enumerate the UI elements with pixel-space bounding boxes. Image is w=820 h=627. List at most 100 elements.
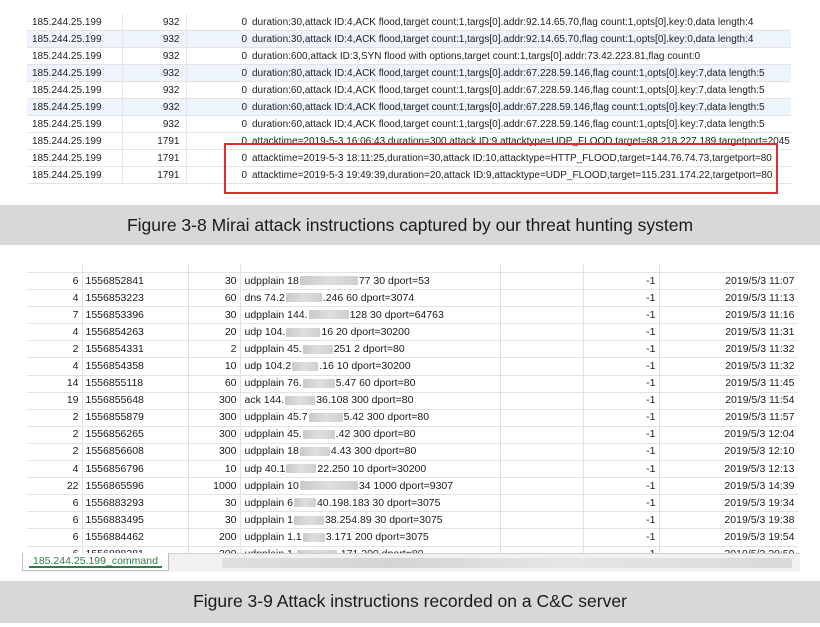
instruction-cell: attacktime=2019-5-3 18:11:25,duration=30… bbox=[250, 149, 791, 167]
length-cell: 932 bbox=[122, 64, 187, 82]
command-cell: udpplain 144. 128 30 dport=64763 bbox=[240, 306, 501, 325]
figure-caption-3-9: Figure 3-9 Attack instructions recorded … bbox=[0, 581, 820, 623]
command-suffix: 4.43 300 dport=80 bbox=[330, 445, 417, 458]
command-cell: udp 104. 16 20 dport=30200 bbox=[240, 323, 501, 342]
instruction-cell: duration:30,attack ID:4,ACK flood,target… bbox=[250, 14, 791, 31]
command-prefix: udpplain 18 bbox=[244, 274, 299, 287]
duration-cell: 1000 bbox=[188, 477, 241, 496]
command-cell: udpplain 18 4.43 300 dport=80 bbox=[240, 443, 501, 462]
count-cell: 4 bbox=[27, 357, 83, 376]
length-cell: 932 bbox=[122, 30, 187, 48]
status-cell: -1 bbox=[583, 511, 660, 530]
timestamp-cell: 1556854358 bbox=[82, 357, 189, 376]
redacted-ip bbox=[293, 515, 324, 525]
table-row: 2 1556856265 300 udpplain 45. .42 300 dport=… bbox=[27, 426, 798, 444]
datetime-cell: 2019/5/3 11:13 bbox=[659, 289, 798, 308]
status-cell: -1 bbox=[583, 357, 660, 376]
source-ip-cell: 185.244.25.199 bbox=[27, 132, 123, 150]
status-cell: -1 bbox=[583, 409, 660, 427]
command-suffix: 16 20 dport=30200 bbox=[321, 325, 410, 338]
command-suffix: 77 30 dport=53 bbox=[358, 274, 430, 287]
duration-cell: 10 bbox=[188, 357, 241, 376]
table-row: 6 1556883495 30 udpplain 1 38.254.89 30 dpor… bbox=[27, 511, 798, 530]
redacted-ip bbox=[308, 413, 343, 423]
redacted-ip bbox=[302, 532, 325, 542]
count-cell: 6 bbox=[27, 511, 83, 530]
command-prefix: ack 144. bbox=[244, 394, 285, 407]
datetime-cell: 2019/5/3 11:16 bbox=[659, 306, 798, 325]
sheet-tab[interactable]: 185.244.25.199_command bbox=[22, 553, 169, 571]
length-cell: 1791 bbox=[122, 149, 187, 167]
timestamp-cell: 1556865596 bbox=[82, 477, 189, 496]
instruction-cell: duration:30,attack ID:4,ACK flood,target… bbox=[250, 30, 791, 48]
table-row: 185.244.25.199 1791 0 attacktime=2019-5-3 1… bbox=[27, 132, 791, 150]
table-row: 2 1556856608 300 udpplain 18 4.43 300 dport=… bbox=[27, 443, 798, 462]
table-row: 185.244.25.199 932 0 duration:30,attack ID:… bbox=[27, 30, 791, 48]
redacted-ip bbox=[285, 293, 322, 303]
command-prefix: udpplain 45. bbox=[244, 342, 302, 355]
redacted-ip bbox=[302, 430, 335, 440]
instruction-cell: duration:60,attack ID:4,ACK flood,target… bbox=[250, 81, 791, 99]
empty-cell bbox=[500, 409, 584, 427]
timestamp-cell: 1556856796 bbox=[82, 460, 189, 479]
status-cell: -1 bbox=[583, 323, 660, 342]
command-prefix: udpplain 1 bbox=[244, 513, 293, 526]
duration-cell: 30 bbox=[188, 272, 241, 291]
clipped-cell bbox=[82, 264, 189, 273]
command-suffix: 251 2 dport=80 bbox=[333, 342, 405, 355]
source-ip-cell: 185.244.25.199 bbox=[27, 166, 123, 184]
flag-cell: 0 bbox=[186, 30, 250, 48]
clipped-cell bbox=[583, 264, 660, 273]
figure-caption-3-8: Figure 3-8 Mirai attack instructions cap… bbox=[0, 205, 820, 245]
redacted-ip bbox=[299, 481, 358, 491]
status-cell: -1 bbox=[583, 528, 660, 547]
source-ip-cell: 185.244.25.199 bbox=[27, 98, 123, 116]
status-cell: -1 bbox=[583, 306, 660, 325]
redacted-ip bbox=[285, 395, 316, 405]
timestamp-cell: 1556853223 bbox=[82, 289, 189, 308]
table-row: 4 1556853223 60 dns 74.2 .246 60 dport=3074 -… bbox=[27, 289, 798, 308]
timestamp-cell: 1556855879 bbox=[82, 409, 189, 427]
timestamp-cell: 1556852841 bbox=[82, 272, 189, 291]
length-cell: 932 bbox=[122, 115, 187, 133]
command-suffix: 5.47 60 dport=80 bbox=[335, 377, 416, 390]
empty-cell bbox=[500, 323, 584, 342]
redacted-ip bbox=[308, 310, 349, 320]
datetime-cell: 2019/5/3 19:34 bbox=[659, 494, 798, 513]
command-cell: ack 144. 36.108 300 dport=80 bbox=[240, 392, 501, 410]
instruction-cell: duration:60,attack ID:4,ACK flood,target… bbox=[250, 98, 791, 116]
command-cell: udpplain 6 40.198.183 30 dport=3075 bbox=[240, 494, 501, 513]
length-cell: 1791 bbox=[122, 132, 187, 150]
count-cell: 22 bbox=[27, 477, 83, 496]
spreadsheet-grid: 6 1556852841 30 udpplain 18 77 30 dport=53 -1… bbox=[27, 264, 798, 571]
command-prefix: udpplain 45.7 bbox=[244, 411, 308, 424]
clipped-cell bbox=[27, 264, 83, 273]
length-cell: 1791 bbox=[122, 166, 187, 184]
count-cell: 4 bbox=[27, 460, 83, 479]
length-cell: 932 bbox=[122, 81, 187, 99]
status-cell: -1 bbox=[583, 443, 660, 462]
flag-cell: 0 bbox=[186, 14, 250, 31]
captured-instructions-table: 185.244.25.199 932 0 duration:30,attack ID:… bbox=[27, 14, 791, 184]
table-row: 4 1556854263 20 udp 104. 16 20 dport=30200 -1… bbox=[27, 323, 798, 342]
command-suffix: 3.171 200 dport=3075 bbox=[325, 530, 429, 543]
source-ip-cell: 185.244.25.199 bbox=[27, 64, 123, 82]
flag-cell: 0 bbox=[186, 166, 250, 184]
count-cell: 6 bbox=[27, 528, 83, 547]
command-cell: udpplain 45. 251 2 dport=80 bbox=[240, 340, 501, 359]
command-cell: udp 104.2 .16 10 dport=30200 bbox=[240, 357, 501, 376]
count-cell: 4 bbox=[27, 323, 83, 342]
table-row: 19 1556855648 300 ack 144. 36.108 300 dport=… bbox=[27, 392, 798, 410]
flag-cell: 0 bbox=[186, 81, 250, 99]
length-cell: 932 bbox=[122, 14, 187, 31]
command-suffix: .246 60 dport=3074 bbox=[322, 291, 415, 304]
table-row: 185.244.25.199 932 0 duration:600,attack ID… bbox=[27, 47, 791, 65]
table-row: 6 1556884462 200 udpplain 1.1 3.171 200 dpor… bbox=[27, 528, 798, 547]
clipped-cell bbox=[188, 264, 241, 273]
table-row: 6 1556883293 30 udpplain 6 40.198.183 30 dpo… bbox=[27, 494, 798, 513]
datetime-cell: 2019/5/3 11:32 bbox=[659, 357, 798, 376]
status-cell: -1 bbox=[583, 460, 660, 479]
duration-cell: 300 bbox=[188, 409, 241, 427]
count-cell: 2 bbox=[27, 409, 83, 427]
command-suffix: 128 30 dport=64763 bbox=[349, 308, 444, 321]
